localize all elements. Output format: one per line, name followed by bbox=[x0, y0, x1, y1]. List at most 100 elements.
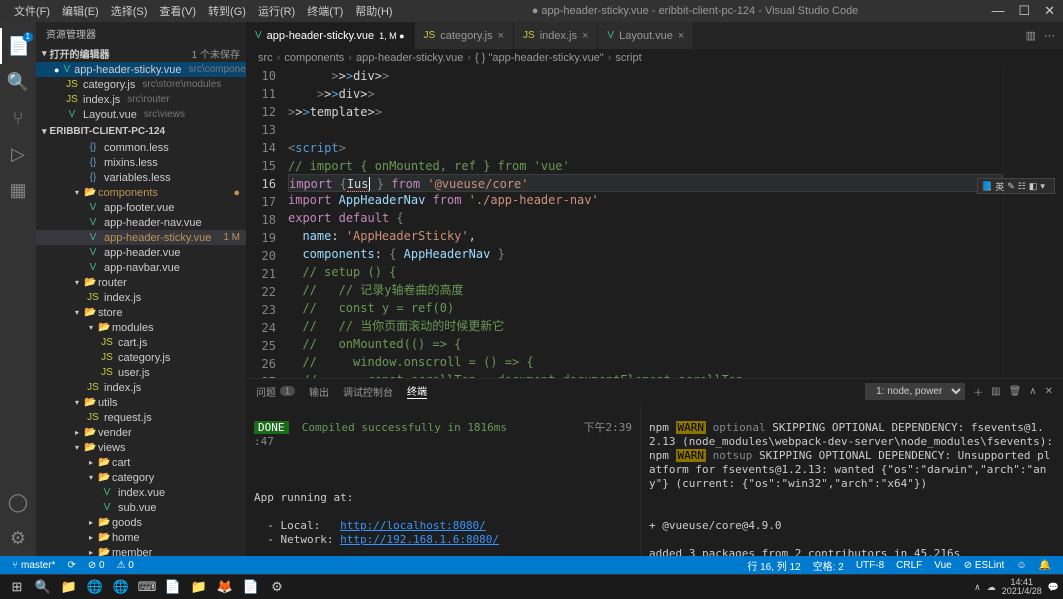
file-mixins.less[interactable]: {}mixins.less bbox=[36, 155, 246, 170]
folder-category[interactable]: ▾📂category bbox=[36, 470, 246, 485]
file-app-header-sticky.vue[interactable]: Vapp-header-sticky.vue1 M bbox=[36, 230, 246, 245]
more-icon[interactable]: ⋯ bbox=[1044, 29, 1055, 42]
open-editors-header[interactable]: ▾ 打开的编辑器 1 个未保存 bbox=[36, 44, 246, 62]
code-editor[interactable]: >>>div>> >>>div>>>>>template>><script>//… bbox=[288, 67, 1003, 378]
status-item[interactable]: CRLF bbox=[890, 558, 928, 573]
menu-item[interactable]: 转到(G) bbox=[202, 3, 252, 19]
breadcrumb-item[interactable]: { } "app-header-sticky.vue" bbox=[475, 52, 604, 64]
breadcrumb-item[interactable]: src bbox=[258, 52, 273, 64]
notification-icon[interactable]: 💬 bbox=[1048, 582, 1059, 593]
file-app-header.vue[interactable]: Vapp-header.vue bbox=[36, 245, 246, 260]
menu-item[interactable]: 文件(F) bbox=[8, 3, 56, 19]
ime-toolbar[interactable]: 📘英✎☷◧▾ bbox=[977, 178, 1055, 194]
open-editor-item[interactable]: VLayout.vuesrc\views bbox=[36, 107, 246, 122]
folder-goods[interactable]: ▸📂goods bbox=[36, 515, 246, 530]
problems-tab[interactable]: 问题1 bbox=[256, 384, 295, 399]
run-icon[interactable]: ▷ bbox=[0, 136, 36, 172]
folder-components[interactable]: ▾📂components● bbox=[36, 185, 246, 200]
tray-weather[interactable]: ☁ bbox=[987, 582, 996, 593]
split-terminal-icon[interactable]: ▥ bbox=[991, 386, 1000, 397]
file-index.vue[interactable]: Vindex.vue bbox=[36, 485, 246, 500]
sync-icon[interactable]: ⟳ bbox=[61, 560, 81, 571]
status-item[interactable]: Vue bbox=[928, 558, 957, 573]
folder-member[interactable]: ▸📂member bbox=[36, 545, 246, 556]
source-control-icon[interactable]: ⑂ bbox=[0, 100, 36, 136]
folder-store[interactable]: ▾📂store bbox=[36, 305, 246, 320]
kill-terminal-icon[interactable]: 🗑 bbox=[1009, 386, 1022, 397]
terminal-left[interactable]: DONE Compiled successfully in 1816ms下午2:… bbox=[246, 403, 641, 556]
project-header[interactable]: ▾ ERIBBIT-CLIENT-PC-124 bbox=[36, 122, 246, 140]
taskbar-app[interactable]: 📁 bbox=[186, 577, 212, 597]
menu-item[interactable]: 帮助(H) bbox=[349, 3, 398, 19]
taskbar-app[interactable]: ⌨ bbox=[134, 577, 160, 597]
file-sub.vue[interactable]: Vsub.vue bbox=[36, 500, 246, 515]
menu-item[interactable]: 运行(R) bbox=[252, 3, 301, 19]
terminal-select[interactable]: 1: node, powershell bbox=[865, 383, 965, 400]
file-category.js[interactable]: JScategory.js bbox=[36, 350, 246, 365]
breadcrumb-item[interactable]: components bbox=[284, 52, 344, 64]
git-branch[interactable]: ⑂ master* bbox=[6, 560, 61, 571]
menu-item[interactable]: 选择(S) bbox=[105, 3, 154, 19]
folder-views[interactable]: ▾📂views bbox=[36, 440, 246, 455]
file-index.js[interactable]: JSindex.js bbox=[36, 290, 246, 305]
editor-tab[interactable]: JScategory.js× bbox=[415, 22, 514, 49]
file-user.js[interactable]: JSuser.js bbox=[36, 365, 246, 380]
open-editor-item[interactable]: JScategory.jssrc\store\modules bbox=[36, 77, 246, 92]
warnings[interactable]: ⚠ 0 bbox=[111, 560, 140, 571]
terminal-right[interactable]: npm WARN optional SKIPPING OPTIONAL DEPE… bbox=[641, 403, 1063, 556]
maximize-button[interactable]: ☐ bbox=[1018, 3, 1030, 19]
file-cart.js[interactable]: JScart.js bbox=[36, 335, 246, 350]
status-item[interactable]: 🔔 bbox=[1033, 558, 1057, 573]
taskbar-app[interactable]: ⚙ bbox=[264, 577, 290, 597]
file-common.less[interactable]: {}common.less bbox=[36, 140, 246, 155]
editor-tab[interactable]: VLayout.vue× bbox=[598, 22, 694, 49]
open-editor-item[interactable]: Vapp-header-sticky.vuesrc\components1 M bbox=[36, 62, 246, 77]
breadcrumb-item[interactable]: script bbox=[615, 52, 641, 64]
folder-utils[interactable]: ▾📂utils bbox=[36, 395, 246, 410]
breadcrumb-item[interactable]: app-header-sticky.vue bbox=[356, 52, 463, 64]
output-tab[interactable]: 输出 bbox=[309, 384, 329, 399]
status-item[interactable]: ⊘ ESLint bbox=[958, 558, 1011, 573]
status-item[interactable]: ☺ bbox=[1010, 558, 1032, 573]
taskbar-app[interactable]: 🌐 bbox=[108, 577, 134, 597]
menu-item[interactable]: 查看(V) bbox=[153, 3, 202, 19]
status-item[interactable]: UTF-8 bbox=[850, 558, 890, 573]
search-icon[interactable]: 🔍 bbox=[0, 64, 36, 100]
file-app-footer.vue[interactable]: Vapp-footer.vue bbox=[36, 200, 246, 215]
debug-console-tab[interactable]: 调试控制台 bbox=[343, 384, 393, 399]
taskbar-app[interactable]: ⊞ bbox=[4, 577, 30, 597]
taskbar-app[interactable]: 🔍 bbox=[30, 577, 56, 597]
close-button[interactable]: ✕ bbox=[1044, 3, 1055, 19]
taskbar-app[interactable]: 📄 bbox=[160, 577, 186, 597]
taskbar-app[interactable]: 🦊 bbox=[212, 577, 238, 597]
account-icon[interactable]: ◯ bbox=[0, 484, 36, 520]
file-request.js[interactable]: JSrequest.js bbox=[36, 410, 246, 425]
terminal-tab[interactable]: 终端 bbox=[407, 383, 427, 399]
errors[interactable]: ⊘ 0 bbox=[82, 560, 111, 571]
editor-tab[interactable]: Vapp-header-sticky.vue1, M ● bbox=[246, 22, 415, 49]
taskbar-clock[interactable]: 14:41 2021/4/28 bbox=[1002, 578, 1042, 596]
status-item[interactable]: 行 16, 列 12 bbox=[741, 558, 806, 573]
close-panel-icon[interactable]: ✕ bbox=[1045, 386, 1053, 397]
settings-icon[interactable]: ⚙ bbox=[0, 520, 36, 556]
file-variables.less[interactable]: {}variables.less bbox=[36, 170, 246, 185]
new-terminal-icon[interactable]: ＋ bbox=[973, 384, 983, 399]
file-index.js[interactable]: JSindex.js bbox=[36, 380, 246, 395]
tray-chevron[interactable]: ∧ bbox=[974, 582, 981, 593]
explorer-icon[interactable]: 📄1 bbox=[0, 28, 36, 64]
breadcrumb[interactable]: src›components›app-header-sticky.vue›{ }… bbox=[246, 49, 1063, 67]
maximize-panel-icon[interactable]: ∧ bbox=[1029, 386, 1036, 397]
status-item[interactable]: 空格: 2 bbox=[807, 558, 850, 573]
taskbar-app[interactable]: 🌐 bbox=[82, 577, 108, 597]
minimap[interactable] bbox=[1003, 67, 1063, 378]
extensions-icon[interactable]: ▦ bbox=[0, 172, 36, 208]
minimize-button[interactable]: — bbox=[991, 3, 1004, 19]
editor-tab[interactable]: JSindex.js× bbox=[514, 22, 598, 49]
split-editor-icon[interactable]: ▥ bbox=[1026, 29, 1036, 42]
folder-home[interactable]: ▸📂home bbox=[36, 530, 246, 545]
menu-item[interactable]: 编辑(E) bbox=[56, 3, 105, 19]
menu-item[interactable]: 终端(T) bbox=[301, 3, 349, 19]
file-app-navbar.vue[interactable]: Vapp-navbar.vue bbox=[36, 260, 246, 275]
open-editor-item[interactable]: JSindex.jssrc\router bbox=[36, 92, 246, 107]
file-app-header-nav.vue[interactable]: Vapp-header-nav.vue bbox=[36, 215, 246, 230]
